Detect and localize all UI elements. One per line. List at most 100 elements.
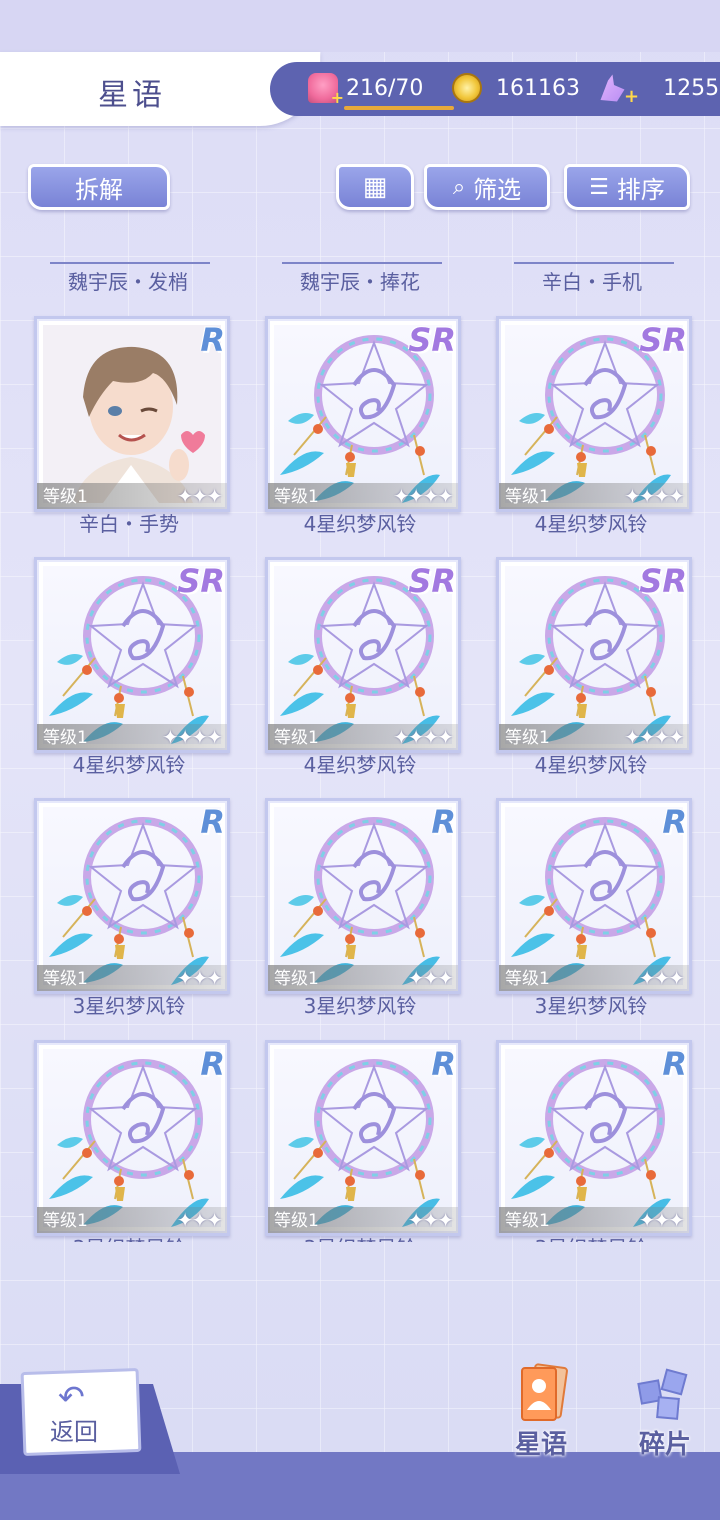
- level-label: 等级1: [274, 969, 319, 989]
- back-label: 返回: [50, 1418, 98, 1446]
- star-rating: ✦✦✦: [407, 1208, 454, 1232]
- star-rating: ✦✦✦: [407, 966, 454, 990]
- disassemble-button[interactable]: 拆解: [28, 164, 170, 210]
- back-arrow-icon: ↶: [58, 1378, 85, 1416]
- puzzle-pieces-icon: [637, 1368, 688, 1420]
- rarity-badge: R: [431, 1045, 456, 1083]
- star-rating: ✦✦✦: [176, 966, 223, 990]
- star-rating: ✦✦✦: [638, 966, 685, 990]
- gold-coin-icon: [452, 73, 482, 103]
- card-name: 3星织梦风铃: [19, 1232, 239, 1242]
- dreamcatcher-art: [280, 1059, 440, 1227]
- page-title: 星语: [98, 78, 166, 113]
- level-label: 等级1: [43, 1211, 88, 1231]
- card-name: 3星织梦风铃: [534, 994, 648, 1018]
- level-label: 等级1: [505, 487, 550, 507]
- rarity-badge: R: [431, 803, 456, 841]
- card-item[interactable]: SR 等级1 ✦✦✦✦: [496, 557, 692, 753]
- filter-icon: ⌕: [452, 174, 466, 200]
- card-art: [43, 325, 221, 503]
- tab-cards[interactable]: 星语: [496, 1360, 586, 1460]
- dreamcatcher-art: [280, 817, 440, 985]
- disassemble-label: 拆解: [75, 175, 123, 204]
- card-art: [43, 1049, 221, 1227]
- cake-stamina-icon: +: [308, 73, 344, 107]
- card-art: [274, 807, 452, 985]
- level-label: 等级1: [274, 1211, 319, 1231]
- rarity-badge: SR: [639, 562, 687, 600]
- card-item[interactable]: SR 等级1 ✦✦✦✦: [496, 316, 692, 512]
- status-strip: [0, 0, 720, 52]
- card-item[interactable]: R 等级1 ✦✦✦: [34, 1040, 230, 1236]
- dreamcatcher-art: [49, 1059, 209, 1227]
- rarity-badge: R: [662, 1045, 687, 1083]
- level-label: 等级1: [43, 487, 88, 507]
- star-rating: ✦✦✦✦: [392, 484, 454, 508]
- star-rating: ✦✦✦✦: [623, 725, 685, 749]
- card-name: 4星织梦风铃: [303, 753, 417, 777]
- card-name: 3星织梦风铃: [303, 994, 417, 1018]
- card-item[interactable]: R 等级1 ✦✦✦: [265, 798, 461, 994]
- card-item[interactable]: R 等级1 ✦✦✦: [34, 316, 230, 512]
- sort-label: 排序: [616, 175, 665, 204]
- card-name: 3星织梦风铃: [250, 1232, 470, 1242]
- swan-gem-icon: [600, 74, 625, 102]
- card-art: [43, 807, 221, 985]
- grid-view-button[interactable]: ▦: [336, 164, 414, 210]
- tab-fragments-label: 碎片: [638, 1430, 691, 1460]
- card-art: [505, 807, 683, 985]
- gold-counter: 161163: [452, 68, 580, 108]
- stamina-counter[interactable]: + 216/70: [308, 68, 454, 110]
- dreamcatcher-art: [511, 817, 671, 985]
- gem-value: 1255: [663, 75, 720, 101]
- card-item[interactable]: R 等级1 ✦✦✦: [496, 798, 692, 994]
- card-name: 4星织梦风铃: [72, 753, 186, 777]
- level-label: 等级1: [505, 728, 550, 748]
- star-rating: ✦✦✦: [176, 484, 223, 508]
- header: 星语 + 216/70 161163 + 1255: [0, 52, 720, 130]
- rarity-badge: SR: [408, 562, 456, 600]
- resource-bar: + 216/70 161163 + 1255: [270, 62, 720, 116]
- card-item[interactable]: SR 等级1 ✦✦✦✦: [265, 557, 461, 753]
- card-name: 辛白・手机: [542, 270, 642, 294]
- card-art: [274, 1049, 452, 1227]
- rarity-badge: SR: [408, 321, 456, 359]
- card-name: 魏宇辰・捧花: [300, 270, 420, 294]
- filter-button[interactable]: ⌕ 筛选: [424, 164, 550, 210]
- filter-label: 筛选: [473, 175, 522, 204]
- card-item[interactable]: R 等级1 ✦✦✦: [265, 1040, 461, 1236]
- star-rating: ✦✦✦: [638, 1208, 685, 1232]
- character-portrait: [43, 325, 221, 503]
- level-label: 等级1: [274, 487, 319, 507]
- rarity-badge: R: [200, 321, 225, 359]
- stamina-fill: [344, 106, 454, 110]
- gold-value: 161163: [496, 75, 580, 101]
- rarity-badge: R: [662, 803, 687, 841]
- gem-counter[interactable]: + 1255: [596, 68, 719, 108]
- card-item[interactable]: SR 等级1 ✦✦✦✦: [265, 316, 461, 512]
- rarity-badge: SR: [639, 321, 687, 359]
- rarity-badge: R: [200, 803, 225, 841]
- dreamcatcher-art: [49, 817, 209, 985]
- card-name: 4星织梦风铃: [303, 512, 417, 536]
- tab-fragments[interactable]: 碎片: [620, 1360, 710, 1460]
- sort-button[interactable]: ☰ 排序: [564, 164, 690, 210]
- divider: [50, 262, 210, 264]
- gem-plus-icon: +: [624, 85, 640, 107]
- card-name: 3星织梦风铃: [481, 1232, 701, 1242]
- stamina-value: 216/70: [346, 75, 424, 101]
- rarity-badge: R: [200, 1045, 225, 1083]
- card-item[interactable]: R 等级1 ✦✦✦: [34, 798, 230, 994]
- level-label: 等级1: [274, 728, 319, 748]
- card-item[interactable]: SR 等级1 ✦✦✦✦: [34, 557, 230, 753]
- divider: [282, 262, 442, 264]
- rarity-badge: SR: [177, 562, 225, 600]
- card-name: 3星织梦风铃: [72, 994, 186, 1018]
- star-rating: ✦✦✦✦: [392, 725, 454, 749]
- star-rating: ✦✦✦✦: [623, 484, 685, 508]
- card-name: 4星织梦风铃: [534, 753, 648, 777]
- sort-icon: ☰: [589, 174, 609, 200]
- level-label: 等级1: [43, 728, 88, 748]
- star-rating: ✦✦✦✦: [161, 725, 223, 749]
- card-item[interactable]: R 等级1 ✦✦✦: [496, 1040, 692, 1236]
